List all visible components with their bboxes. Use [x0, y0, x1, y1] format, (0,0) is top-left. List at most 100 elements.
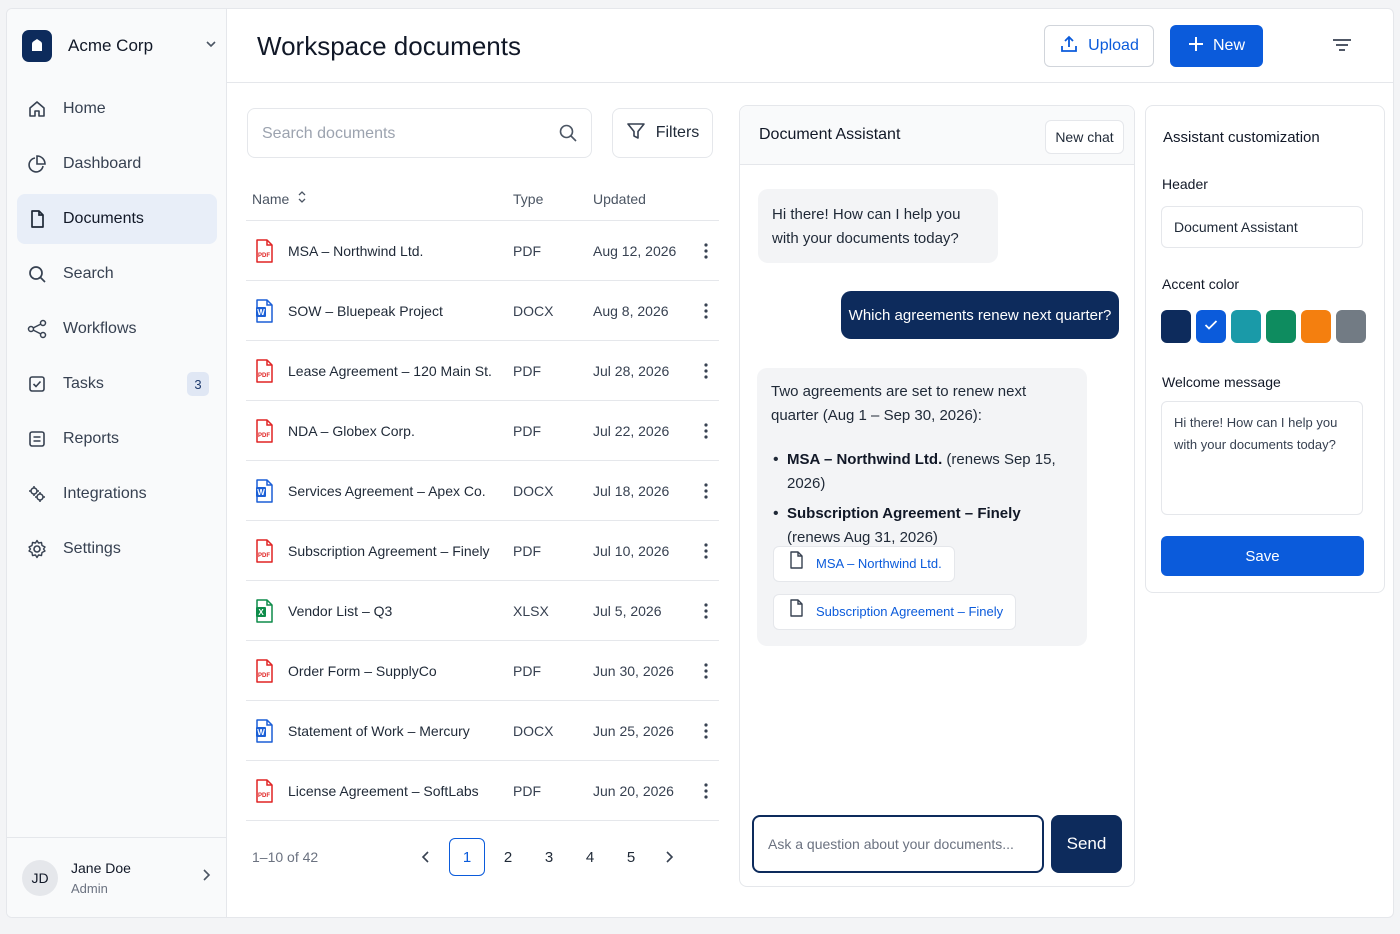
source-link[interactable]: MSA – Northwind Ltd.	[773, 546, 955, 582]
table-row[interactable]: PDF Lease Agreement – 120 Main St. PDF Jul …	[246, 341, 719, 401]
table-row[interactable]: W Services Agreement – Apex Co. DOCX Jul 18…	[246, 461, 719, 521]
sidebar-item-settings[interactable]: Settings	[17, 524, 217, 574]
funnel-icon	[626, 121, 646, 146]
org-switcher[interactable]: Acme Corp	[22, 28, 218, 64]
more-vertical-icon[interactable]	[693, 542, 719, 559]
column-header-updated[interactable]: Updated	[593, 191, 693, 207]
sidebar-item-documents[interactable]: Documents	[17, 194, 217, 244]
cell-type: PDF	[513, 422, 541, 439]
dashboard-icon	[26, 153, 48, 175]
tasks-count-badge: 3	[187, 372, 209, 396]
cell-name: X Vendor List – Q3	[246, 598, 513, 623]
more-vertical-icon[interactable]	[693, 362, 719, 379]
table-header: Name Type Updated	[246, 177, 719, 221]
document-name[interactable]: Services Agreement – Apex Co.	[288, 483, 486, 499]
accent-color-swatch[interactable]	[1161, 310, 1191, 343]
cell-updated: Jul 5, 2026	[593, 602, 662, 619]
document-assistant-panel: Document Assistant New chat Hi there! Ho…	[739, 105, 1135, 887]
sidebar-item-label: Home	[63, 100, 106, 117]
accent-color-swatch[interactable]	[1196, 310, 1226, 343]
user-profile[interactable]: JD Jane Doe Admin	[7, 837, 226, 917]
accent-color-swatch[interactable]	[1266, 310, 1296, 343]
header-field[interactable]: Document Assistant	[1161, 206, 1363, 248]
document-name[interactable]: NDA – Globex Corp.	[288, 423, 415, 439]
document-name[interactable]: Order Form – SupplyCo	[288, 663, 437, 679]
table-row[interactable]: PDF NDA – Globex Corp. PDF Jul 22, 2026	[246, 401, 719, 461]
sidebar-item-tasks[interactable]: Tasks 3	[17, 359, 217, 409]
accent-color-swatch[interactable]	[1301, 310, 1331, 343]
more-vertical-icon[interactable]	[693, 242, 719, 259]
chat-input[interactable]	[768, 833, 1028, 855]
table-row[interactable]: PDF MSA – Northwind Ltd. PDF Aug 12, 2026	[246, 221, 719, 281]
xlsx-file-icon: X	[254, 598, 274, 623]
docx-file-icon: W	[254, 718, 274, 743]
sort-filter-icon[interactable]	[1331, 35, 1355, 57]
cell-name: PDF NDA – Globex Corp.	[246, 418, 513, 443]
page-button-1[interactable]: 1	[449, 838, 485, 876]
source-link-label: MSA – Northwind Ltd.	[816, 556, 942, 571]
accent-color-swatch[interactable]	[1336, 310, 1366, 343]
cell-name: W Statement of Work – Mercury	[246, 718, 513, 743]
accent-color-swatch[interactable]	[1231, 310, 1261, 343]
svg-text:W: W	[257, 728, 265, 737]
more-vertical-icon[interactable]	[693, 662, 719, 679]
save-button[interactable]: Save	[1161, 536, 1364, 576]
new-chat-button[interactable]: New chat	[1045, 120, 1124, 154]
column-header-type[interactable]: Type	[513, 191, 593, 207]
more-vertical-icon[interactable]	[693, 302, 719, 319]
cell-updated: Jul 22, 2026	[593, 422, 670, 439]
filters-button[interactable]: Filters	[612, 108, 713, 158]
document-name[interactable]: Vendor List – Q3	[288, 603, 392, 619]
sidebar-item-reports[interactable]: Reports	[17, 414, 217, 464]
send-button[interactable]: Send	[1051, 815, 1122, 873]
document-name[interactable]: Subscription Agreement – Finely	[288, 543, 490, 559]
search-input[interactable]	[262, 122, 542, 146]
new-button[interactable]: New	[1170, 25, 1263, 67]
cell-type: PDF	[513, 242, 541, 259]
chevron-left-icon[interactable]	[411, 838, 441, 876]
answer-item-detail: (renews Aug 31, 2026)	[787, 529, 938, 546]
table-row[interactable]: PDF Order Form – SupplyCo PDF Jun 30, 2026	[246, 641, 719, 701]
document-name[interactable]: Statement of Work – Mercury	[288, 723, 470, 739]
search-icon[interactable]	[558, 123, 578, 148]
sidebar-item-search[interactable]: Search	[17, 249, 217, 299]
more-vertical-icon[interactable]	[693, 482, 719, 499]
table-row[interactable]: X Vendor List – Q3 XLSX Jul 5, 2026	[246, 581, 719, 641]
more-vertical-icon[interactable]	[693, 782, 719, 799]
svg-text:PDF: PDF	[258, 553, 270, 559]
answer-item: Subscription Agreement – Finely (renews …	[771, 502, 1073, 550]
chevron-right-icon[interactable]	[654, 838, 684, 876]
page-button-2[interactable]: 2	[490, 838, 526, 876]
more-vertical-icon[interactable]	[693, 422, 719, 439]
document-name[interactable]: MSA – Northwind Ltd.	[288, 243, 423, 259]
new-button-label: New	[1212, 37, 1245, 54]
sidebar-item-workflows[interactable]: Workflows	[17, 304, 217, 354]
answer-intro: Two agreements are set to renew next qua…	[771, 383, 1027, 424]
cell-updated: Jun 20, 2026	[593, 782, 674, 799]
page-button-5[interactable]: 5	[613, 838, 649, 876]
sidebar-item-integrations[interactable]: Integrations	[17, 469, 217, 519]
table-row[interactable]: PDF Subscription Agreement – Finely PDF Jul…	[246, 521, 719, 581]
filters-label: Filters	[655, 124, 700, 141]
welcome-message-field[interactable]: Hi there! How can I help you with your d…	[1161, 401, 1363, 515]
cell-type: PDF	[513, 362, 541, 379]
source-link[interactable]: Subscription Agreement – Finely	[773, 594, 1017, 630]
table-row[interactable]: PDF License Agreement – SoftLabs PDF Jun 20…	[246, 761, 719, 821]
page-button-4[interactable]: 4	[572, 838, 608, 876]
document-name[interactable]: License Agreement – SoftLabs	[288, 783, 479, 799]
cell-type: XLSX	[513, 602, 549, 619]
column-header-name[interactable]: Name	[246, 190, 513, 207]
upload-icon	[1059, 34, 1079, 59]
document-name[interactable]: Lease Agreement – 120 Main St.	[288, 363, 492, 379]
more-vertical-icon[interactable]	[693, 722, 719, 739]
sidebar-item-home[interactable]: Home	[17, 84, 217, 134]
table-row[interactable]: W Statement of Work – Mercury DOCX Jun 25, …	[246, 701, 719, 761]
upload-button[interactable]: Upload	[1044, 25, 1154, 67]
more-vertical-icon[interactable]	[693, 602, 719, 619]
pagination: 1–10 of 42 1 2 3 4 5	[246, 835, 719, 879]
chat-header: Document Assistant New chat	[740, 106, 1134, 165]
sidebar-item-dashboard[interactable]: Dashboard	[17, 139, 217, 189]
table-row[interactable]: W SOW – Bluepeak Project DOCX Aug 8, 2026	[246, 281, 719, 341]
page-button-3[interactable]: 3	[531, 838, 567, 876]
document-name[interactable]: SOW – Bluepeak Project	[288, 303, 443, 319]
